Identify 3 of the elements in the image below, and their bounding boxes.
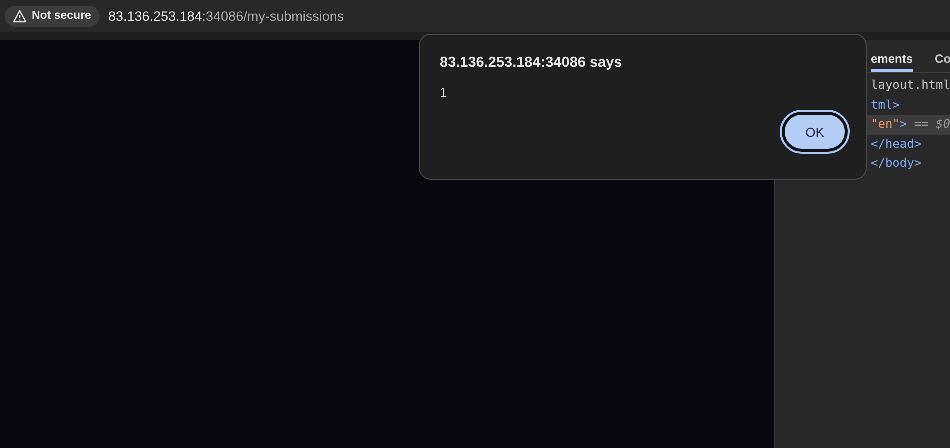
dialog-title: 83.136.253.184:34086 says (440, 55, 624, 71)
security-label: Not secure (32, 10, 92, 22)
dialog-message: 1 (440, 85, 448, 100)
